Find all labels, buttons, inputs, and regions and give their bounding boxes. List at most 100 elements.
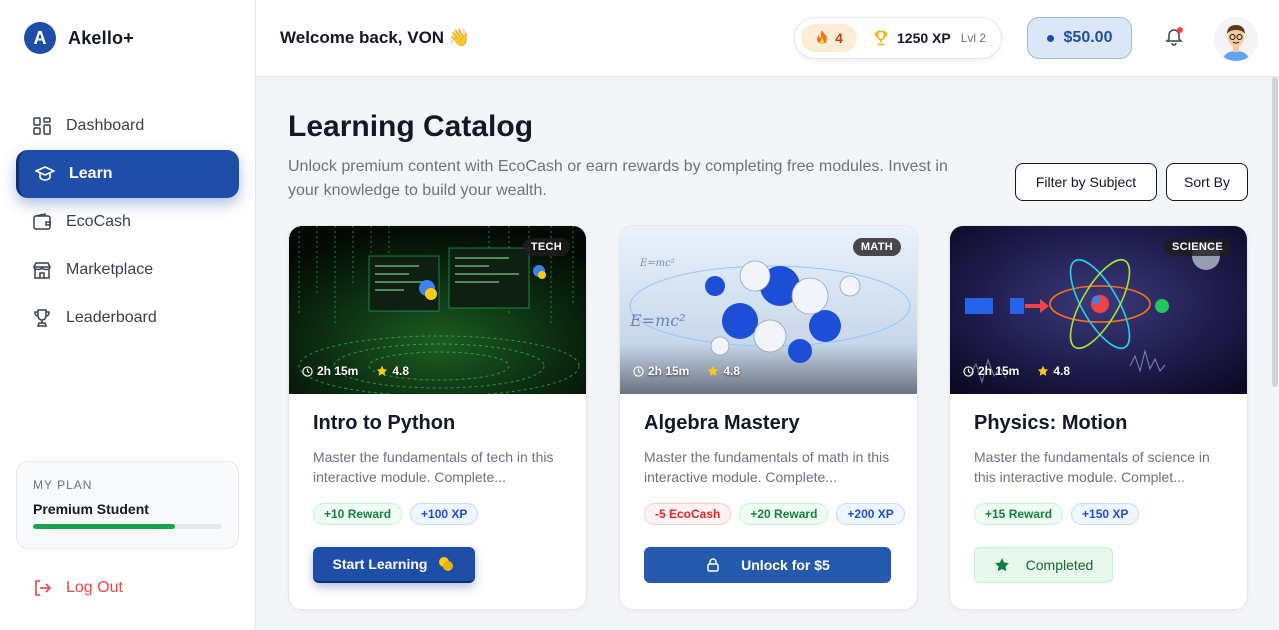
grid-icon (33, 117, 51, 135)
sidebar-item-dashboard[interactable]: Dashboard (16, 102, 239, 150)
welcome-message: Welcome back, VON 👋 (280, 28, 470, 47)
svg-text:E=mc²: E=mc² (639, 258, 675, 269)
sidebar-item-ecocash[interactable]: EcoCash (16, 198, 239, 246)
category-badge: MATH (852, 238, 901, 256)
completed-button[interactable]: Completed (974, 547, 1113, 583)
avatar[interactable] (1214, 17, 1258, 61)
reward-tag: +15 Reward (974, 503, 1064, 525)
course-tags: +15 Reward +150 XP (974, 503, 1229, 525)
store-icon (33, 262, 51, 279)
course-duration: 2h 15m (648, 364, 690, 378)
unlock-button[interactable]: Unlock for $5 (644, 547, 891, 583)
fire-icon (817, 30, 828, 44)
balance-button[interactable]: $50.00 (1027, 17, 1132, 59)
streak-badge[interactable]: 4 (801, 24, 857, 52)
reward-tag: +20 Reward (739, 503, 829, 525)
course-card-physics[interactable]: SCIENCE 2h 15m 4.8 Physics: Motion Maste… (949, 225, 1248, 610)
notification-dot (1177, 27, 1183, 33)
clock-icon (963, 365, 974, 377)
sidebar-item-label: Learn (69, 165, 113, 182)
xp-tag: +200 XP (836, 503, 905, 525)
course-description: Master the fundamentals of math in this … (644, 449, 890, 485)
button-label: Completed (1025, 557, 1094, 573)
xp-display[interactable]: 1250 XP Lvl 2 (873, 30, 986, 46)
trophy-icon (874, 30, 888, 46)
star-icon (377, 365, 388, 376)
logout-icon (35, 580, 52, 596)
balance-value: $50.00 (1063, 29, 1113, 46)
graduation-cap-icon (35, 166, 55, 181)
brand-logo: A (24, 22, 56, 54)
sidebar-item-label: Dashboard (66, 117, 145, 134)
coins-icon (439, 557, 454, 571)
sort-by-button[interactable]: Sort By (1166, 163, 1248, 201)
sidebar-item-learn[interactable]: Learn (16, 150, 239, 198)
category-badge: TECH (522, 238, 570, 256)
course-rating: 4.8 (392, 364, 410, 378)
scrollbar[interactable] (1272, 77, 1278, 387)
course-description: Master the fundamentals of tech in this … (313, 449, 554, 485)
xp-value: 1250 XP (897, 30, 951, 46)
star-icon (708, 365, 719, 376)
sidebar-item-leaderboard[interactable]: Leaderboard (16, 294, 239, 342)
category-badge: SCIENCE (1164, 238, 1231, 256)
brand-name: Akello+ (68, 27, 134, 48)
streak-count: 4 (835, 30, 843, 46)
course-image-physics: SCIENCE 2h 15m 4.8 (950, 226, 1247, 394)
xp-tag: +150 XP (1071, 503, 1140, 525)
stats-pill: 4 1250 XP Lvl 2 (794, 17, 1002, 59)
plan-name: Premium Student (33, 501, 149, 517)
course-card-algebra[interactable]: E=mc² E=mc² MATH 2h 15m 4.8 Algebra Mast… (619, 225, 918, 610)
sidebar-item-label: EcoCash (66, 213, 131, 230)
user-avatar-icon (1214, 17, 1258, 61)
main-content: Learning Catalog Unlock premium content … (256, 77, 1278, 630)
course-image-python: TECH 2h 15m 4.8 (289, 226, 586, 394)
sidebar-item-label: Marketplace (66, 261, 154, 278)
sidebar-nav: Dashboard Learn EcoCash Marketplace Lead… (16, 102, 239, 342)
logout-label: Log Out (66, 579, 123, 596)
course-rating: 4.8 (723, 364, 741, 378)
notifications-button[interactable] (1164, 27, 1184, 47)
button-label: Start Learning (332, 556, 428, 572)
clock-icon (633, 365, 644, 377)
course-meta: 2h 15m 4.8 (302, 364, 409, 378)
clock-icon (302, 365, 313, 377)
page-subtitle: Unlock premium content with EcoCash or e… (288, 158, 948, 199)
start-learning-button[interactable]: Start Learning (313, 547, 475, 583)
wallet-icon (33, 213, 51, 230)
star-icon (994, 558, 1009, 572)
level-label: Lvl 2 (960, 31, 987, 45)
plan-progress-bar (33, 524, 222, 529)
course-duration: 2h 15m (978, 364, 1020, 378)
course-body: Physics: Motion Master the fundamentals … (974, 412, 1229, 525)
plan-progress-fill (33, 524, 175, 529)
course-title: Intro to Python (313, 412, 456, 434)
course-duration: 2h 15m (317, 364, 359, 378)
course-tags: -5 EcoCash +20 Reward +200 XP (644, 503, 905, 525)
xp-tag: +100 XP (410, 503, 479, 525)
svg-text:E=mc²: E=mc² (629, 311, 686, 330)
trophy-icon (34, 309, 50, 327)
course-body: Intro to Python Master the fundamentals … (313, 412, 568, 525)
sidebar-item-marketplace[interactable]: Marketplace (16, 246, 239, 294)
logout-button[interactable]: Log Out (32, 578, 123, 598)
course-body: Algebra Mastery Master the fundamentals … (644, 412, 905, 525)
course-meta: 2h 15m 4.8 (633, 364, 740, 378)
lock-icon (707, 558, 719, 572)
plan-card: MY PLAN Premium Student (16, 461, 239, 549)
filter-by-subject-button[interactable]: Filter by Subject (1015, 163, 1157, 201)
star-icon (1038, 365, 1049, 376)
plan-label: MY PLAN (33, 478, 93, 492)
brand[interactable]: A Akello+ (24, 22, 134, 54)
sidebar-item-label: Leaderboard (66, 309, 157, 326)
course-rating: 4.8 (1053, 364, 1071, 378)
course-title: Algebra Mastery (644, 412, 800, 434)
course-card-python[interactable]: TECH 2h 15m 4.8 Intro to Python Master t… (288, 225, 587, 610)
course-image-algebra: E=mc² E=mc² MATH 2h 15m 4.8 (620, 226, 917, 394)
reward-tag: +10 Reward (313, 503, 403, 525)
course-description: Master the fundamentals of science in th… (974, 449, 1210, 485)
course-title: Physics: Motion (974, 412, 1128, 434)
cost-tag: -5 EcoCash (644, 503, 732, 525)
button-label: Unlock for $5 (741, 557, 830, 573)
course-tags: +10 Reward +100 XP (313, 503, 568, 525)
